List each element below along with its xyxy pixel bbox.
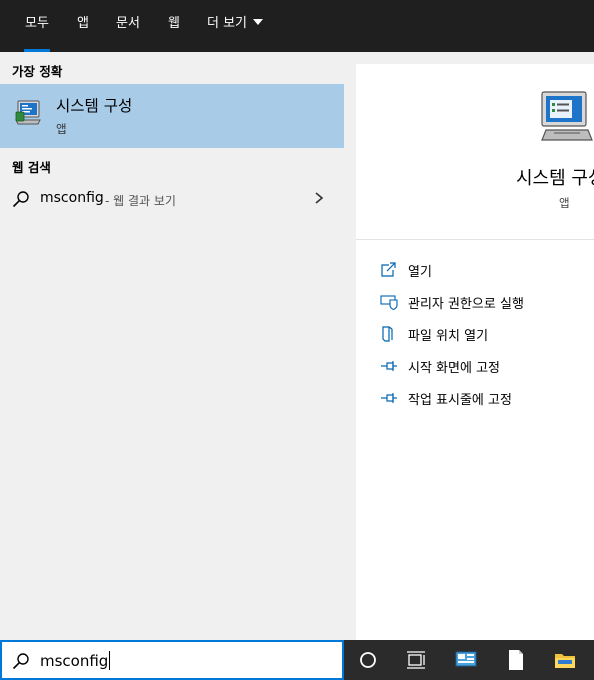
pin-icon bbox=[381, 361, 397, 371]
open-icon bbox=[381, 262, 396, 277]
best-match-header: 가장 정확 bbox=[12, 64, 63, 79]
system-configuration-large-icon bbox=[541, 91, 593, 141]
best-match-result[interactable]: 시스템 구성 앱 bbox=[0, 84, 344, 148]
action-pin-to-start[interactable]: 시작 화면에 고정 bbox=[356, 351, 594, 381]
cortana-icon[interactable] bbox=[357, 650, 379, 670]
text-cursor bbox=[109, 651, 111, 670]
action-run-as-admin[interactable]: 관리자 권한으로 실행 bbox=[356, 287, 594, 317]
file-location-icon bbox=[382, 326, 393, 342]
web-search-suffix: - 웹 결과 보기 bbox=[105, 194, 176, 208]
search-input[interactable]: msconfig bbox=[40, 651, 111, 670]
chevron-down-icon bbox=[253, 19, 264, 25]
detail-title: 시스템 구성 bbox=[516, 168, 594, 189]
tab-apps[interactable]: 앱 bbox=[77, 0, 89, 52]
web-search-query: msconfig bbox=[40, 190, 104, 206]
action-open-file-location[interactable]: 파일 위치 열기 bbox=[356, 319, 594, 349]
tab-documents[interactable]: 문서 bbox=[116, 0, 140, 52]
pin-icon bbox=[381, 393, 397, 403]
best-match-title: 시스템 구성 bbox=[56, 97, 133, 115]
shield-icon bbox=[380, 295, 398, 310]
document-icon[interactable] bbox=[505, 650, 527, 670]
control-panel-icon[interactable] bbox=[455, 650, 477, 670]
search-icon bbox=[12, 191, 29, 208]
chevron-right-icon[interactable] bbox=[313, 191, 325, 205]
results-panel: 가장 정확 시스템 구성 앱 웹 검색 msconfig - 웹 결과 보기 bbox=[0, 52, 344, 640]
web-search-header: 웹 검색 bbox=[12, 160, 51, 175]
search-filter-bar: 모두 앱 문서 웹 더 보기 bbox=[0, 0, 594, 52]
system-configuration-icon bbox=[15, 100, 41, 125]
tab-all[interactable]: 모두 bbox=[24, 0, 50, 52]
detail-panel: 시스템 구성 앱 열기 관리자 권한으로 실행 파일 위치 열기 bbox=[356, 64, 594, 640]
action-open[interactable]: 열기 bbox=[356, 255, 594, 285]
tab-more[interactable]: 더 보기 bbox=[207, 0, 264, 52]
web-search-result[interactable]: msconfig - 웹 결과 보기 bbox=[0, 184, 344, 214]
tab-web[interactable]: 웹 bbox=[168, 0, 180, 52]
detail-divider bbox=[356, 239, 594, 240]
file-explorer-icon[interactable] bbox=[554, 650, 576, 670]
search-icon bbox=[12, 653, 29, 670]
detail-subtitle: 앱 bbox=[559, 196, 570, 210]
action-pin-to-taskbar[interactable]: 작업 표시줄에 고정 bbox=[356, 383, 594, 413]
task-view-icon[interactable] bbox=[405, 650, 427, 670]
best-match-subtitle: 앱 bbox=[56, 122, 67, 136]
search-box[interactable]: msconfig bbox=[0, 640, 344, 680]
